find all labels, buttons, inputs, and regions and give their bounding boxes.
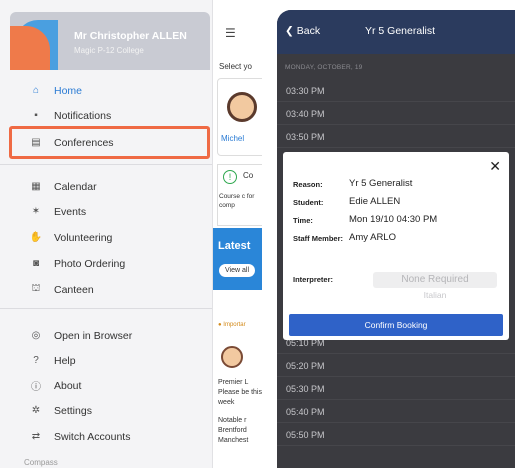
time-slot-label: 05:30 PM	[286, 384, 325, 394]
booking-dialog: ✕ Reason: Yr 5 Generalist Student: Edie …	[283, 152, 509, 340]
menu-item-switch-accounts[interactable]: ⇄ Switch Accounts	[0, 424, 212, 449]
menu-item-label: Calendar	[54, 180, 97, 193]
time-value: Mon 19/10 04:30 PM	[349, 214, 438, 225]
time-slot-label: 03:50 PM	[286, 132, 325, 142]
staff-value: Amy ARLO	[349, 232, 396, 243]
time-slot[interactable]: 03:40 PM	[277, 103, 515, 125]
navigation-drawer: Mr Christopher ALLEN Magic P-12 College …	[0, 0, 212, 468]
chevron-left-icon: ❮	[285, 25, 294, 37]
profile-school: Magic P-12 College	[74, 46, 144, 55]
left-phone-screen: Mr Christopher ALLEN Magic P-12 College …	[0, 0, 262, 468]
student-avatar	[227, 92, 257, 122]
menu-item-open-in-browser[interactable]: ◎ Open in Browser	[0, 323, 212, 348]
close-icon[interactable]: ✕	[489, 158, 501, 175]
gear-icon: ✲	[31, 405, 41, 416]
news-text: Notable r Brentford Manchest	[218, 417, 249, 444]
info-icon: ⓘ	[31, 382, 41, 393]
news-avatar	[221, 346, 243, 368]
globe-icon: ◎	[31, 330, 41, 341]
menu-item-photo-ordering[interactable]: ◙ Photo Ordering	[0, 251, 212, 276]
menu-item-label: Open in Browser	[54, 329, 133, 342]
confirm-booking-button[interactable]: Confirm Booking	[289, 314, 503, 336]
notifications-icon: ▪	[34, 110, 38, 121]
time-slot[interactable]: 05:20 PM	[277, 355, 515, 377]
view-all-button[interactable]: View all	[219, 264, 255, 277]
menu-item-label: Events	[54, 205, 87, 218]
time-slot[interactable]: 03:30 PM	[277, 80, 515, 102]
camera-icon: ◙	[32, 258, 40, 269]
menu-item-label: Help	[54, 354, 76, 367]
menu-item-events[interactable]: ✶ Events	[0, 199, 212, 224]
menu-divider	[0, 164, 212, 165]
student-value: Edie ALLEN	[349, 196, 401, 207]
reason-value: Yr 5 Generalist	[349, 178, 413, 189]
time-slot-label: 05:40 PM	[286, 407, 325, 417]
home-screen-peek[interactable]: ☰ Select yo Michel ! Co Course c for com…	[212, 0, 262, 468]
time-slot-label: 03:30 PM	[286, 86, 325, 96]
latest-news-band	[213, 228, 262, 290]
menu-item-label: Switch Accounts	[54, 430, 131, 443]
menu-item-label: Volunteering	[54, 231, 113, 244]
interpreter-label: Interpreter:	[293, 275, 334, 284]
staff-label: Staff Member:	[293, 234, 344, 243]
menu-item-label: Home	[54, 84, 83, 97]
back-button[interactable]: ❮ Back	[285, 25, 320, 37]
drawer-footer-label: Compass	[24, 458, 58, 467]
time-slot[interactable]: 05:40 PM	[277, 401, 515, 423]
back-label: Back	[296, 25, 321, 37]
time-label: Time:	[293, 216, 313, 225]
hamburger-menu-icon[interactable]: ☰	[225, 26, 236, 40]
conferences-highlight-box	[9, 126, 210, 159]
menu-item-label: Notifications	[54, 109, 112, 122]
navigation-bar: ❮ Back Yr 5 Generalist	[277, 10, 515, 54]
date-header: MONDAY, OCTOBER, 19	[285, 64, 363, 71]
menu-item-canteen[interactable]: ⛫ Canteen	[0, 277, 212, 302]
profile-name: Mr Christopher ALLEN	[74, 30, 187, 42]
events-icon: ✶	[31, 206, 41, 217]
interpreter-option[interactable]: Italian	[373, 290, 497, 300]
student-name: Michel	[221, 134, 245, 143]
time-slot-label: 05:20 PM	[286, 361, 325, 371]
select-prompt: Select yo	[219, 62, 252, 71]
time-slot-label: 05:50 PM	[286, 430, 325, 440]
menu-item-volunteering[interactable]: ✋ Volunteering	[0, 225, 212, 250]
alert-title: Co	[243, 171, 254, 180]
page-title: Yr 5 Generalist	[365, 25, 436, 37]
menu-item-home[interactable]: ⌂ Home	[0, 78, 212, 103]
home-icon: ⌂	[32, 85, 40, 96]
alert-icon: !	[223, 170, 237, 184]
menu-item-settings[interactable]: ✲ Settings	[0, 398, 212, 423]
menu-item-help[interactable]: ? Help	[0, 348, 212, 373]
compass-logo	[10, 12, 58, 70]
menu-divider	[0, 308, 212, 309]
time-slot[interactable]: 05:30 PM	[277, 378, 515, 400]
help-icon: ?	[33, 355, 39, 366]
latest-heading: Latest	[218, 240, 251, 252]
menu-item-about[interactable]: ⓘ About	[0, 373, 212, 398]
important-badge: ● Importar	[218, 322, 246, 328]
time-slot-label: 03:40 PM	[286, 109, 325, 119]
screenshot-stage: Mr Christopher ALLEN Magic P-12 College …	[0, 0, 515, 468]
calendar-icon: ▦	[31, 181, 41, 192]
canteen-icon: ⛫	[31, 283, 41, 294]
menu-item-label: Settings	[54, 404, 92, 417]
menu-item-label: Canteen	[54, 283, 94, 296]
menu-item-label: About	[54, 379, 82, 392]
time-slot[interactable]: 05:50 PM	[277, 424, 515, 446]
switch-accounts-icon: ⇄	[31, 431, 41, 442]
reason-label: Reason:	[293, 180, 323, 189]
interpreter-selected-value[interactable]: None Required	[373, 274, 497, 285]
menu-item-calendar[interactable]: ▦ Calendar	[0, 174, 212, 199]
menu-item-label: Photo Ordering	[54, 257, 126, 270]
menu-item-notifications[interactable]: ▪ Notifications	[0, 103, 212, 128]
news-text: Premier L Please be this week	[218, 379, 262, 406]
time-slot[interactable]: 03:50 PM	[277, 126, 515, 148]
right-phone-screen: ❮ Back Yr 5 Generalist MONDAY, OCTOBER, …	[277, 10, 515, 468]
student-label: Student:	[293, 198, 324, 207]
alert-text: Course c for comp	[219, 193, 255, 209]
volunteering-icon: ✋	[29, 232, 43, 243]
